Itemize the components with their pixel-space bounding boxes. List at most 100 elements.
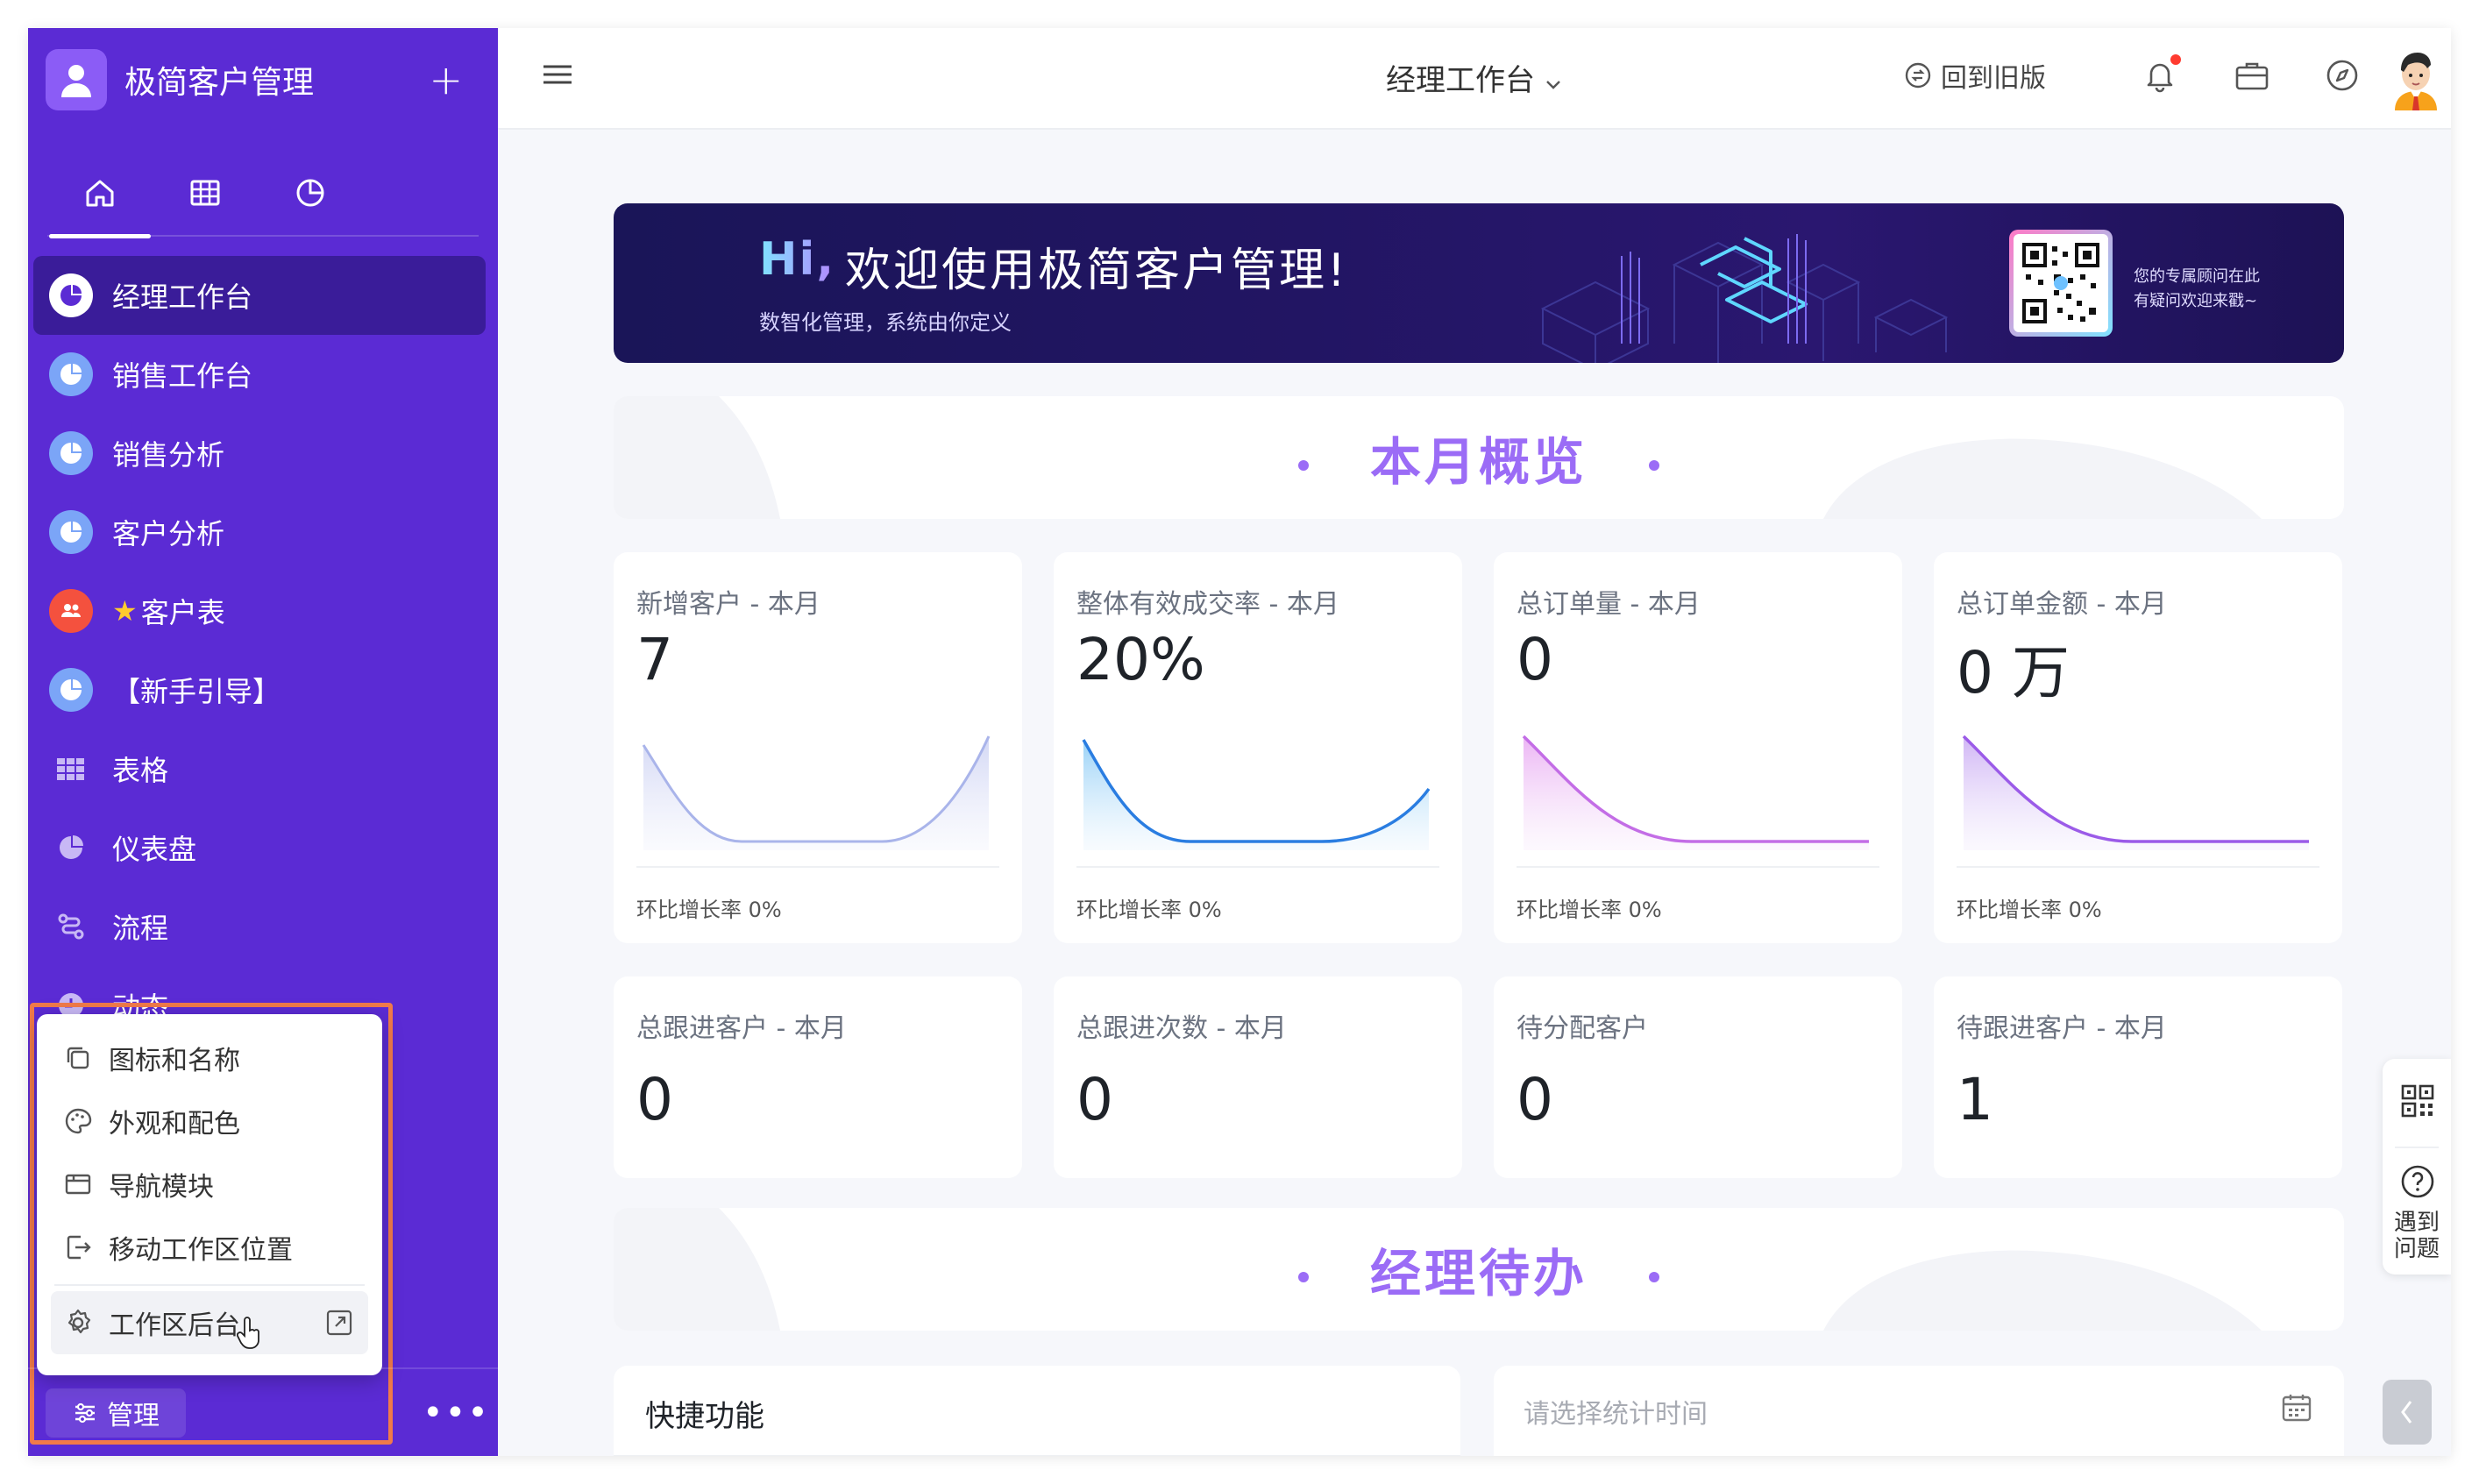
sidebar-item-sales-workbench[interactable]: 销售工作台	[33, 335, 486, 414]
switch-icon	[1904, 61, 1932, 89]
qr-caption: 您的专属顾问在此 有疑问欢迎来戳~	[2134, 265, 2260, 314]
layout-icon	[63, 1169, 93, 1199]
kpi-card[interactable]: 整体有效成交率 - 本月 20% 环比增长率 0%	[1054, 552, 1462, 943]
clock-pie-icon[interactable]	[258, 149, 363, 237]
calendar-icon[interactable]	[2281, 1392, 2312, 1427]
bell-icon[interactable]	[2142, 54, 2181, 93]
sidebar-item-tables[interactable]: 表格	[33, 729, 486, 808]
sidebar-nav: 经理工作台 销售工作台 销售分析 客户分析 ★ 客户表 【新手引导】 表格 仪表…	[33, 256, 486, 1045]
table-icon[interactable]	[153, 149, 258, 237]
briefcase-icon[interactable]	[2234, 58, 2270, 93]
kpi-label: 总订单金额 - 本月	[1957, 589, 2167, 620]
external-link-icon[interactable]	[324, 1308, 354, 1338]
sidebar-item-customer-table[interactable]: ★ 客户表	[33, 572, 486, 650]
date-range-input[interactable]: 请选择统计时间	[1524, 1392, 1708, 1431]
sidebar-item-customer-analysis[interactable]: 客户分析	[33, 493, 486, 572]
flow-icon	[49, 905, 93, 948]
sidebar-item-label: 经理工作台	[112, 280, 253, 314]
menu-item-label: 外观和配色	[109, 1109, 240, 1140]
kpi-value: 0	[1517, 626, 1553, 693]
sidebar-header: 极简客户管理 +	[46, 47, 480, 112]
collapse-panel-button[interactable]	[2383, 1380, 2432, 1445]
back-to-old-version-button[interactable]: 回到旧版	[1904, 56, 2046, 95]
section-title-text: 经理待办	[1369, 1244, 1588, 1303]
help-icon[interactable]	[2400, 1164, 2435, 1203]
title-dot	[1297, 1271, 1309, 1282]
menu-item-appearance[interactable]: 外观和配色	[37, 1090, 382, 1153]
manage-label: 管理	[107, 1401, 160, 1431]
kpi-value: 0	[636, 1066, 673, 1133]
menu-item-workspace-backend[interactable]: 工作区后台	[51, 1291, 368, 1354]
sliders-icon	[72, 1400, 98, 1426]
add-icon[interactable]: +	[429, 60, 463, 100]
settings-icon	[63, 1308, 93, 1338]
palette-icon	[63, 1106, 93, 1136]
copy-icon	[63, 1043, 93, 1073]
kpi-card[interactable]: 总订单量 - 本月 0 环比增长率 0%	[1494, 552, 1902, 943]
app-title: 极简客户管理	[124, 65, 315, 101]
kpi-card[interactable]: 总跟进客户 - 本月 0	[614, 976, 1022, 1178]
card-divider	[614, 1455, 1460, 1456]
menu-item-icon-and-name[interactable]: 图标和名称	[37, 1026, 382, 1090]
qr-code-icon[interactable]	[2400, 1083, 2435, 1122]
dashboard-icon	[49, 510, 93, 554]
qr-code-image[interactable]	[2009, 230, 2113, 337]
quick-functions-title: 快捷功能	[645, 1399, 764, 1434]
qr-caption-line: 有疑问欢迎来戳~	[2134, 292, 2258, 310]
pie-icon	[49, 826, 93, 870]
title-dot	[1297, 459, 1309, 471]
sidebar-item-process[interactable]: 流程	[33, 887, 486, 966]
sidebar-item-dashboard[interactable]: 仪表盘	[33, 808, 486, 887]
sidebar-item-beginner-guide[interactable]: 【新手引导】	[33, 650, 486, 729]
menu-item-nav-module[interactable]: 导航模块	[37, 1153, 382, 1216]
kpi-label: 总订单量 - 本月	[1517, 589, 1701, 620]
page-title: 经理工作台	[1386, 63, 1535, 98]
kpi-sparkline	[642, 735, 991, 850]
date-range-card: 请选择统计时间	[1494, 1366, 2344, 1456]
sidebar-item-label: 销售工作台	[112, 359, 253, 393]
kpi-footer: 环比增长率 0%	[636, 898, 782, 922]
kpi-footer: 环比增长率 0%	[1076, 898, 1222, 922]
title-dot	[1649, 459, 1659, 471]
section-title: 经理待办	[614, 1232, 2344, 1306]
old-version-label: 回到旧版	[1941, 63, 2046, 94]
more-icon[interactable]: •••	[423, 1388, 490, 1438]
kpi-card[interactable]: 待分配客户 0	[1494, 976, 1902, 1178]
kpi-card[interactable]: 总跟进次数 - 本月 0	[1054, 976, 1462, 1178]
dashboard-icon	[49, 431, 93, 475]
kpi-card[interactable]: 总订单金额 - 本月 0 万 环比增长率 0%	[1934, 552, 2342, 943]
panel-divider	[2395, 1147, 2439, 1148]
section-title-text: 本月概览	[1369, 432, 1588, 492]
avatar[interactable]	[2388, 47, 2444, 110]
sidebar-footer: 管理 •••	[28, 1367, 498, 1456]
menu-item-move-workspace[interactable]: 移动工作区位置	[37, 1216, 382, 1279]
menu-item-label: 图标和名称	[109, 1046, 240, 1076]
manage-button[interactable]: 管理	[46, 1388, 186, 1438]
chevron-down-icon	[1544, 65, 1563, 100]
compass-icon[interactable]	[2325, 58, 2360, 93]
kpi-label: 新增客户 - 本月	[636, 589, 820, 620]
sidebar-item-label: 仪表盘	[112, 833, 197, 866]
sidebar-item-label: 流程	[112, 912, 169, 945]
kpi-card[interactable]: 新增客户 - 本月 7 环比增长率 0%	[614, 552, 1022, 943]
topbar: 经理工作台 回到旧版	[498, 28, 2451, 130]
main-content: Hi, 欢迎使用极简客户管理! 数智化管理，系统由你定义 您的专属顾问在此 有疑…	[498, 130, 2451, 1456]
dashboard-icon	[49, 668, 93, 712]
users-icon	[49, 589, 93, 633]
sidebar-item-sales-analysis[interactable]: 销售分析	[33, 414, 486, 493]
sidebar-item-label: 销售分析	[112, 438, 225, 472]
banner-subtitle: 数智化管理，系统由你定义	[759, 310, 1012, 335]
dashboard-icon	[49, 273, 93, 317]
menu-item-label: 工作区后台	[109, 1310, 240, 1341]
title-dot	[1649, 1271, 1659, 1282]
floating-help-panel: 遇到问题	[2383, 1059, 2451, 1275]
home-icon[interactable]	[47, 149, 153, 238]
help-label[interactable]: 遇到问题	[2383, 1210, 2451, 1262]
kpi-value: 0	[1517, 1066, 1553, 1133]
kpi-card[interactable]: 待跟进客户 - 本月 1	[1934, 976, 2342, 1178]
quick-functions-card: 快捷功能	[614, 1366, 1460, 1456]
dashboard-icon	[49, 352, 93, 396]
app-logo-icon[interactable]	[46, 49, 107, 110]
sidebar-item-manager-workbench[interactable]: 经理工作台	[33, 256, 486, 335]
section-title: 本月概览	[614, 421, 2344, 494]
